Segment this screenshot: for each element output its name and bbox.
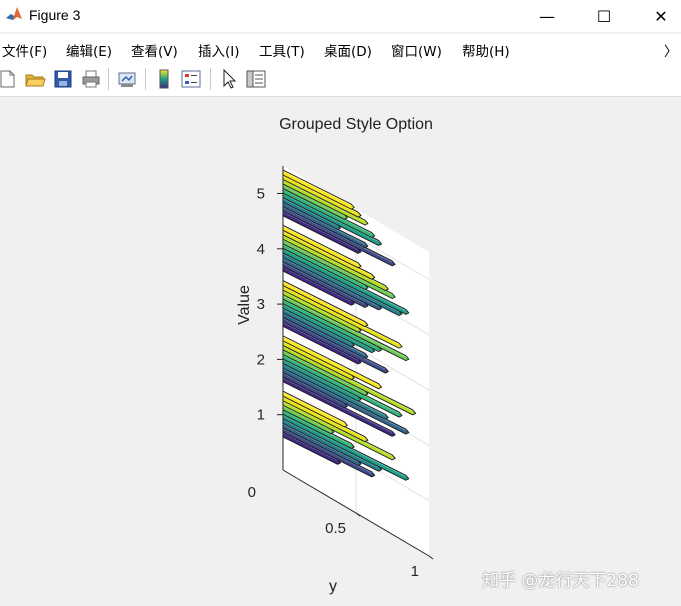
open-file-icon[interactable] xyxy=(24,68,46,90)
menu-overflow-icon[interactable]: 〉 xyxy=(664,40,678,60)
watermark: 知乎 @龙行天下288 xyxy=(482,571,639,591)
menu-insert[interactable]: 插入(I) xyxy=(198,40,240,60)
z-tick-label: 0 xyxy=(248,484,256,501)
colorbar-icon[interactable] xyxy=(153,68,175,90)
menu-window[interactable]: 窗口(W) xyxy=(391,40,442,60)
menu-file[interactable]: 文件(F) xyxy=(2,40,47,60)
chart-title: Grouped Style Option xyxy=(279,116,433,133)
toolbar-separator xyxy=(210,68,211,90)
y-tick-label: 1 xyxy=(411,563,419,580)
toolbar xyxy=(0,62,681,97)
z-tick-label: 5 xyxy=(257,186,265,203)
menu-edit[interactable]: 编辑(E) xyxy=(66,40,112,60)
pointer-icon[interactable] xyxy=(218,68,240,90)
y-axis-label: y xyxy=(329,578,337,595)
link-plot-icon[interactable] xyxy=(116,68,138,90)
toolbar-separator xyxy=(108,68,109,90)
window-titlebar: Figure 3 — ☐ ✕ xyxy=(0,0,681,32)
menu-help[interactable]: 帮助(H) xyxy=(462,40,510,60)
maximize-button[interactable]: ☐ xyxy=(581,0,627,32)
window-title: Figure 3 xyxy=(29,7,81,23)
new-figure-icon[interactable] xyxy=(0,68,18,90)
z-tick-label: 2 xyxy=(257,351,265,368)
minimize-button[interactable]: — xyxy=(524,0,570,32)
toolbar-separator xyxy=(145,68,146,90)
z-tick-label: 4 xyxy=(257,241,265,258)
legend-icon[interactable] xyxy=(180,68,202,90)
menu-desktop[interactable]: 桌面(D) xyxy=(324,40,372,60)
z-axis-label: Value xyxy=(236,285,253,325)
z-axis-ticks: 0 1 2 3 4 5 xyxy=(248,186,283,501)
figure-canvas: Grouped Style Option Value y 0 1 2 3 4 5 0.5 1… xyxy=(0,97,681,606)
y-tick-label: 0.5 xyxy=(325,520,346,537)
bar3-chart: Grouped Style Option Value y 0 1 2 3 4 5 0.5 1 xyxy=(236,116,434,595)
menu-tools[interactable]: 工具(T) xyxy=(259,40,305,60)
y-tick-mark xyxy=(428,555,434,560)
matlab-logo-icon xyxy=(5,5,23,23)
close-button[interactable]: ✕ xyxy=(638,0,681,32)
menu-view[interactable]: 查看(V) xyxy=(131,40,178,60)
property-editor-icon[interactable] xyxy=(245,68,267,90)
z-tick-label: 1 xyxy=(257,407,265,424)
print-icon[interactable] xyxy=(80,68,102,90)
save-icon[interactable] xyxy=(52,68,74,90)
menu-bar: 文件(F) 编辑(E) 查看(V) 插入(I) 工具(T) 桌面(D) 窗口(W… xyxy=(0,34,681,62)
z-tick-label: 3 xyxy=(257,296,265,313)
